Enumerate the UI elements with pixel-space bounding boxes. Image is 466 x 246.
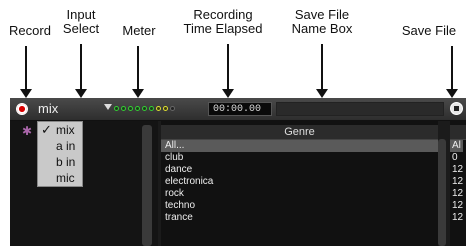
record-icon[interactable] xyxy=(16,103,28,115)
menu-item-label: a in xyxy=(56,139,76,153)
arrow-time xyxy=(222,44,234,98)
menu-item-label: mix xyxy=(56,123,75,137)
level-meter xyxy=(114,106,175,114)
annotation-input-select: Input Select xyxy=(62,7,100,36)
annotation-meter: Meter xyxy=(122,23,156,38)
list-item[interactable]: 0 xyxy=(450,152,463,164)
list-item[interactable]: 12 xyxy=(450,188,463,200)
genre-list: All... club dance electronica rock techn… xyxy=(161,140,438,224)
meter-led xyxy=(135,106,140,111)
menu-item-label: mic xyxy=(56,171,75,185)
genre-pane: Genre All... club dance electronica rock… xyxy=(161,121,438,246)
meter-led xyxy=(163,106,168,111)
genre-header[interactable]: Genre xyxy=(161,125,438,140)
menu-item-b-in[interactable]: b in xyxy=(38,154,82,170)
genre-scrollbar[interactable] xyxy=(438,139,446,246)
menu-item-label: b in xyxy=(56,155,76,169)
list-item[interactable]: electronica xyxy=(161,176,438,188)
list-item[interactable]: 12 xyxy=(450,176,463,188)
list-item[interactable]: Al xyxy=(450,140,464,152)
list-item[interactable]: trance xyxy=(161,212,438,224)
menu-item-mic[interactable]: mic xyxy=(38,170,82,186)
list-item[interactable]: All... xyxy=(161,140,438,152)
input-select[interactable]: mix xyxy=(38,101,58,116)
meter-led xyxy=(170,106,175,111)
arrow-meter xyxy=(132,46,144,98)
list-item[interactable]: 12 xyxy=(450,164,463,176)
meter-led xyxy=(128,106,133,111)
right-list: Al 0 12 12 12 12 12 xyxy=(450,140,464,224)
list-item[interactable]: 12 xyxy=(450,212,463,224)
list-item[interactable]: rock xyxy=(161,188,438,200)
check-icon: ✓ xyxy=(41,122,52,137)
arrow-name-box xyxy=(316,44,328,98)
annotation-time: Recording Time Elapsed xyxy=(183,7,263,36)
arrow-save-file xyxy=(446,46,458,98)
meter-led xyxy=(156,106,161,111)
meter-led xyxy=(149,106,154,111)
save-icon[interactable] xyxy=(450,102,463,115)
list-item[interactable]: club xyxy=(161,152,438,164)
right-pane: Al 0 12 12 12 12 12 xyxy=(450,121,466,246)
list-item[interactable]: dance xyxy=(161,164,438,176)
chevron-down-icon[interactable] xyxy=(104,104,112,110)
meter-led xyxy=(121,106,126,111)
right-header[interactable] xyxy=(450,125,466,140)
arrow-record xyxy=(20,46,32,98)
left-scrollbar[interactable] xyxy=(142,125,152,246)
save-file-name-input[interactable] xyxy=(276,102,444,116)
list-item[interactable]: techno xyxy=(161,200,438,212)
time-elapsed: 00:00.00 xyxy=(208,102,272,116)
input-select-menu: ✓ mix a in b in mic xyxy=(37,121,83,187)
star-icon: ✱ xyxy=(22,124,33,138)
recorder-window: mix 00:00.00 ✱ ✓ mix a in b in mic Genre xyxy=(10,98,466,246)
list-item[interactable]: 12 xyxy=(450,200,463,212)
arrow-input-select xyxy=(75,44,87,98)
annotation-save-file: Save File xyxy=(401,23,457,38)
left-pane xyxy=(10,121,158,246)
meter-led xyxy=(142,106,147,111)
annotation-record: Record xyxy=(9,23,51,38)
meter-led xyxy=(114,106,119,111)
menu-item-mix[interactable]: ✓ mix xyxy=(38,122,82,138)
toolbar: mix 00:00.00 xyxy=(10,98,466,121)
menu-item-a-in[interactable]: a in xyxy=(38,138,82,154)
annotation-name-box: Save File Name Box xyxy=(291,7,353,36)
